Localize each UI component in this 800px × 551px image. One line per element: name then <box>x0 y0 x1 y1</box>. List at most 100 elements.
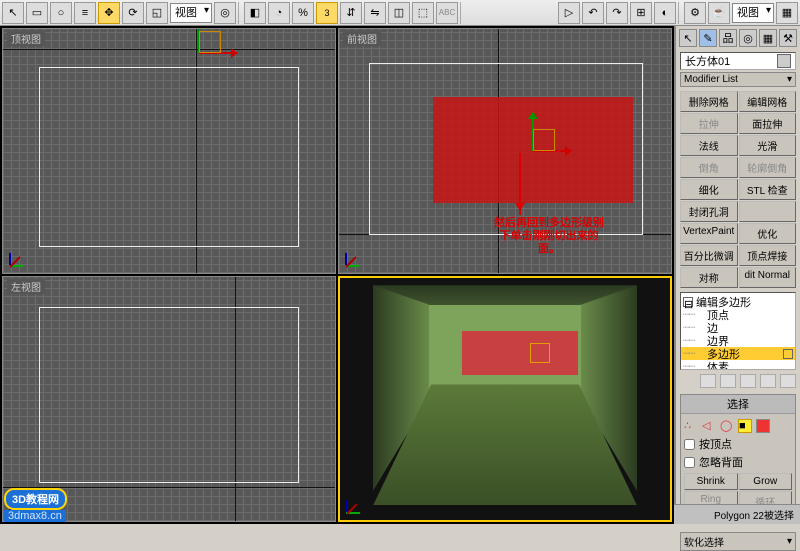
grow-button[interactable]: Grow <box>739 473 793 490</box>
btn-delete-mesh[interactable]: 删除网格 <box>680 91 738 112</box>
pin-stack-icon[interactable] <box>700 374 716 388</box>
tool-undo[interactable]: ↶ <box>582 2 604 24</box>
selection-rollout-head[interactable]: 选择 <box>681 395 795 414</box>
annotation-arrow-icon <box>519 153 521 215</box>
btn-edit-mesh[interactable]: 编辑网格 <box>739 91 797 112</box>
tool-scale[interactable]: ◱ <box>146 2 168 24</box>
tool-rotate[interactable]: ⟳ <box>122 2 144 24</box>
tool-snap-3d[interactable]: 3 <box>316 2 338 24</box>
btn-outline-bevel[interactable]: 轮廓倒角 <box>739 157 797 178</box>
subobj-element-icon[interactable] <box>756 419 770 433</box>
stack-edge[interactable]: ┈┈边 <box>681 321 795 334</box>
viewport-label: 左视图 <box>7 279 45 294</box>
move-gizmo[interactable] <box>169 28 229 83</box>
modifier-buttons: 删除网格 编辑网格 拉伸 面拉伸 法线 光滑 倒角 轮廓倒角 细化 STL 检查… <box>676 89 800 290</box>
btn-vertex-paint[interactable]: VertexPaint <box>680 223 738 244</box>
tool-snap-toggle[interactable]: ◧ <box>244 2 266 24</box>
stack-root[interactable]: ⊟编辑多边形 <box>681 295 795 308</box>
object-wireframe <box>39 67 299 247</box>
move-gizmo[interactable] <box>503 121 563 181</box>
render-last[interactable]: ▦ <box>776 2 798 24</box>
subobj-polygon-icon[interactable]: ■ <box>738 419 752 433</box>
btn-vertex-weld[interactable]: 顶点焊接 <box>739 245 797 266</box>
btn-bevel[interactable]: 倒角 <box>680 157 738 178</box>
annotation-text: 然后再回到多边形级别 下单击刚刚切出来的 面。 <box>459 217 639 256</box>
viewport-container: 顶视图 前视图 然后再回到多边形级别 下单击刚刚切出来的 面。 <box>0 26 674 524</box>
viewport-top[interactable]: 顶视图 <box>2 28 336 274</box>
stack-tools <box>676 372 800 390</box>
command-panel-tabs: ↖ ✎ 品 ◎ ▦ ⚒ <box>676 26 800 50</box>
object-name-field[interactable]: 长方体01 <box>680 52 796 70</box>
render-scene[interactable]: ⚙ <box>684 2 706 24</box>
tool-align[interactable]: ⇵ <box>340 2 362 24</box>
tool-percent-snap[interactable]: % <box>292 2 314 24</box>
modifier-list-dropdown[interactable]: Modifier List <box>680 72 796 87</box>
btn-cap-holes[interactable]: 封闭孔洞 <box>680 201 738 222</box>
tab-utilities[interactable]: ⚒ <box>779 29 797 47</box>
subobj-edge-icon[interactable]: ◁ <box>702 419 716 433</box>
configure-icon[interactable] <box>780 374 796 388</box>
watermark: 3D教程网 3dmax8.cn <box>4 488 67 522</box>
stack-polygon[interactable]: ┈┈多边形 <box>681 347 795 360</box>
tool-arrow[interactable]: ↖ <box>2 2 24 24</box>
viewport-front[interactable]: 前视图 然后再回到多边形级别 下单击刚刚切出来的 面。 <box>338 28 672 274</box>
btn-empty <box>739 201 797 222</box>
viewport-left[interactable]: 左视图 <box>2 276 336 522</box>
stack-vertex[interactable]: ┈┈顶点 <box>681 308 795 321</box>
tool-mirror[interactable]: ⇋ <box>364 2 386 24</box>
tool-pivot[interactable]: ◎ <box>214 2 236 24</box>
shrink-button[interactable]: Shrink <box>684 473 738 490</box>
play-button[interactable]: ▷ <box>558 2 580 24</box>
btn-optimize[interactable]: 优化 <box>739 223 797 244</box>
object-color-swatch[interactable] <box>777 54 791 68</box>
axis-tripod <box>346 484 376 514</box>
btn-smooth[interactable]: 光滑 <box>739 135 797 156</box>
unique-icon[interactable] <box>740 374 756 388</box>
btn-symmetry[interactable]: 对称 <box>680 267 738 288</box>
btn-percent-adjust[interactable]: 百分比微调 <box>680 245 738 266</box>
by-vertex-checkbox[interactable]: 按顶点 <box>684 435 792 453</box>
remove-mod-icon[interactable] <box>760 374 776 388</box>
tool-angle-snap[interactable]: ◔ <box>268 2 290 24</box>
tool-move[interactable]: ✥ <box>98 2 120 24</box>
object-wireframe <box>39 307 299 483</box>
axis-tripod <box>345 237 375 267</box>
selection-rollout: 选择 ∴ ◁ ◯ ■ 按顶点 忽略背面 Shrink Grow Ring 循环 <box>680 394 796 518</box>
btn-normal[interactable]: 法线 <box>680 135 738 156</box>
modifier-stack[interactable]: ⊟编辑多边形 ┈┈顶点 ┈┈边 ┈┈边界 ┈┈多边形 ┈┈体素 <box>680 292 796 370</box>
selection-status: Polygon 22被选择 <box>674 504 800 524</box>
ignore-backface-checkbox[interactable]: 忽略背面 <box>684 453 792 471</box>
btn-edit-normal[interactable]: dit Normal <box>739 267 797 288</box>
tool-text[interactable]: ABC <box>436 2 458 24</box>
tab-create[interactable]: ↖ <box>679 29 697 47</box>
tab-hierarchy[interactable]: 品 <box>719 29 737 47</box>
btn-stl-check[interactable]: STL 检查 <box>739 179 797 200</box>
show-end-icon[interactable] <box>720 374 736 388</box>
tool-schematic[interactable]: ⊞ <box>630 2 652 24</box>
ref-coord-dropdown[interactable]: 视图 <box>170 3 212 23</box>
tab-motion[interactable]: ◎ <box>739 29 757 47</box>
btn-extrude[interactable]: 拉伸 <box>680 113 738 134</box>
tool-array[interactable]: ◫ <box>388 2 410 24</box>
command-panel: ↖ ✎ 品 ◎ ▦ ⚒ 长方体01 Modifier List 删除网格 编辑网… <box>674 26 800 524</box>
tool-material[interactable]: ◐ <box>654 2 676 24</box>
tool-select-region[interactable]: ▭ <box>26 2 48 24</box>
quick-render[interactable]: ☕ <box>708 2 730 24</box>
tool-select-lasso[interactable]: ○ <box>50 2 72 24</box>
btn-tessellate[interactable]: 细化 <box>680 179 738 200</box>
subobj-vertex-icon[interactable]: ∴ <box>684 419 698 433</box>
tab-modify[interactable]: ✎ <box>699 29 717 47</box>
btn-face-extrude[interactable]: 面拉伸 <box>739 113 797 134</box>
render-type-dropdown[interactable]: 视图 <box>732 3 774 23</box>
subobj-icons: ∴ ◁ ◯ ■ <box>684 417 792 435</box>
softsel-rollout[interactable]: 软化选择 <box>680 532 796 551</box>
subobj-border-icon[interactable]: ◯ <box>720 419 734 433</box>
viewport-perspective[interactable] <box>338 276 672 522</box>
tool-layer[interactable]: ⬚ <box>412 2 434 24</box>
stack-element[interactable]: ┈┈体素 <box>681 360 795 370</box>
tab-display[interactable]: ▦ <box>759 29 777 47</box>
selected-polygon <box>462 331 578 375</box>
tool-redo[interactable]: ↷ <box>606 2 628 24</box>
tool-select-name[interactable]: ≡ <box>74 2 96 24</box>
perspective-render <box>340 278 670 520</box>
